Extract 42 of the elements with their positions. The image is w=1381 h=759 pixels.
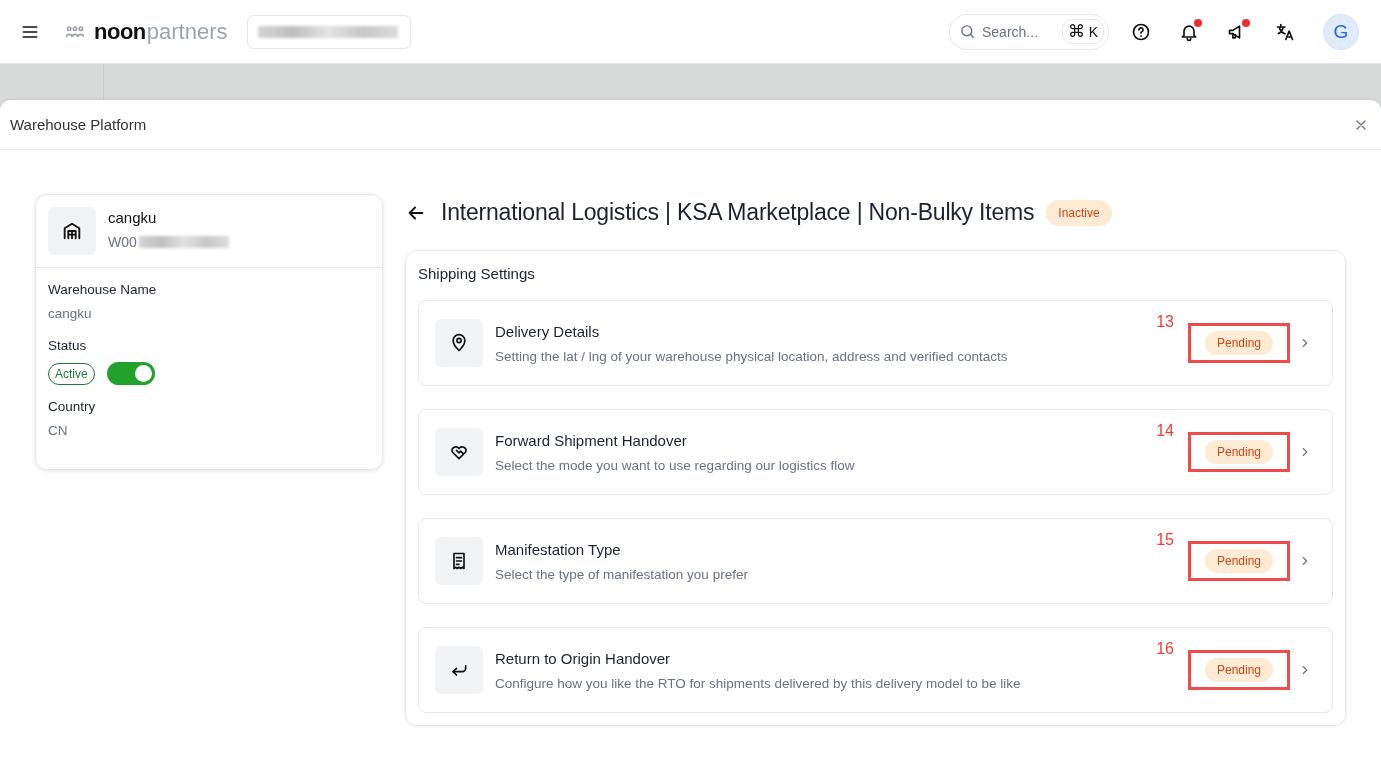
brand-suffix: partners bbox=[146, 18, 228, 45]
status-toggle[interactable] bbox=[106, 362, 155, 385]
status-badge: Inactive bbox=[1046, 199, 1112, 226]
settings-row[interactable]: Manifestation Type Select the type of manifestation you prefer 15 Pending bbox=[418, 518, 1333, 604]
row-description: Setting the lat / lng of your warehouse physical location, address and verified contacts bbox=[495, 348, 1009, 364]
translate-icon[interactable] bbox=[1275, 21, 1295, 42]
settings-row[interactable]: Delivery Details Setting the lat / lng of your warehouse physical location, address and verified contacts 13 Pending bbox=[418, 300, 1333, 386]
field-label: Status bbox=[48, 338, 88, 353]
row-description: Select the type of manifestation you prefer bbox=[495, 566, 749, 582]
field-label: Warehouse Name bbox=[48, 282, 158, 297]
field-value: CN bbox=[48, 423, 69, 438]
status-badge: Pending bbox=[1204, 331, 1273, 355]
location-pin-icon bbox=[449, 333, 469, 353]
annotation-number: 16 bbox=[1156, 640, 1174, 658]
search-icon bbox=[959, 23, 976, 40]
row-title: Delivery Details bbox=[495, 322, 601, 340]
help-icon[interactable] bbox=[1131, 21, 1151, 42]
status-badge: Pending bbox=[1204, 658, 1273, 682]
section-title: Shipping Settings bbox=[418, 265, 536, 282]
row-title: Return to Origin Handover bbox=[495, 649, 672, 667]
status-badge: Pending bbox=[1204, 549, 1273, 573]
row-title: Manifestation Type bbox=[495, 540, 622, 558]
row-description: Select the mode you want to use regarding our logistics flow bbox=[495, 457, 856, 473]
annotation-number: 15 bbox=[1156, 531, 1174, 549]
search-placeholder: Search... bbox=[982, 23, 1040, 40]
warehouse-code: W00 bbox=[108, 234, 137, 250]
field-value: cangku bbox=[48, 306, 93, 321]
row-description: Configure how you like the RTO for shipments delivered by this delivery model to be like bbox=[495, 675, 1022, 691]
annotation-number: 13 bbox=[1156, 313, 1174, 331]
warehouse-icon bbox=[61, 220, 83, 242]
model-title: International Logistics | KSA Marketplace | Non-Bulky Items bbox=[441, 199, 1035, 226]
annotation-number: 14 bbox=[1156, 422, 1174, 440]
brand-name: noon bbox=[94, 18, 146, 45]
shortcut-key: ⌘ K bbox=[1061, 19, 1104, 44]
row-title: Forward Shipment Handover bbox=[495, 431, 688, 449]
avatar[interactable]: G bbox=[1323, 13, 1359, 50]
settings-row[interactable]: Forward Shipment Handover Select the mode you want to use regarding our logistics flow 14 Pending bbox=[418, 409, 1333, 495]
warehouse-name: cangku bbox=[108, 209, 158, 226]
settings-row[interactable]: Return to Origin Handover Configure how you like the RTO for shipments delivered by this delivery model to be like 16 Pending bbox=[418, 627, 1333, 713]
modal-title: Warehouse Platform bbox=[10, 116, 147, 133]
status-badge: Pending bbox=[1204, 440, 1273, 464]
field-label: Country bbox=[48, 399, 97, 414]
